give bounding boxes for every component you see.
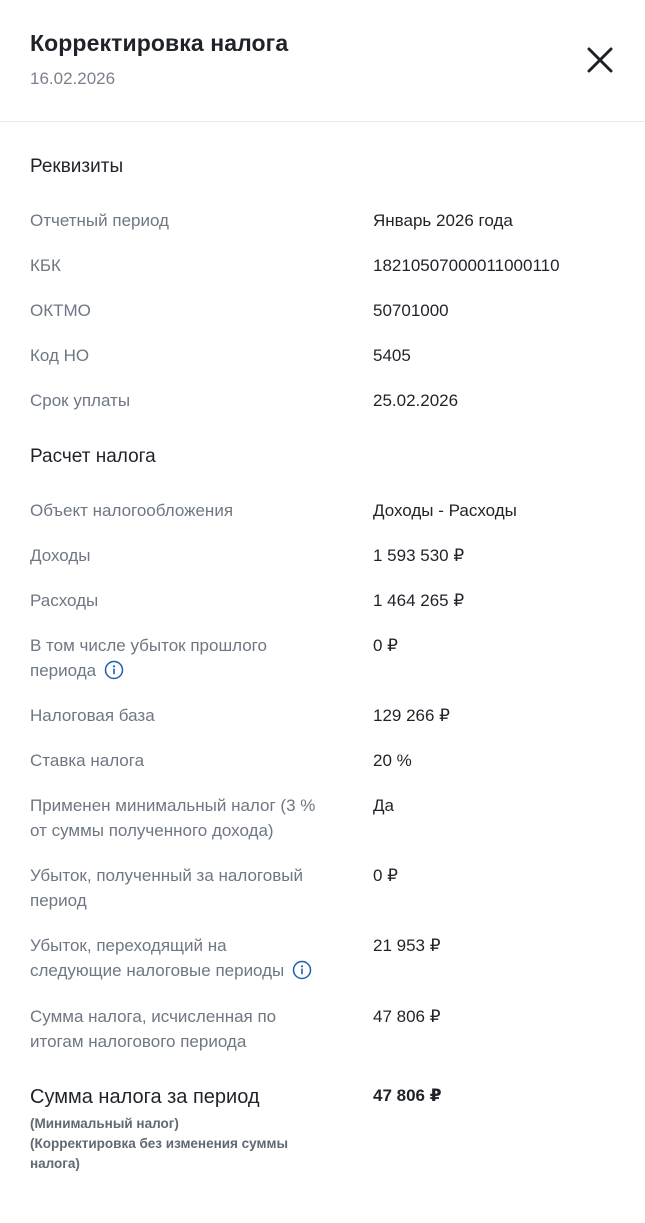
row-label-text: следующие налоговые периоды xyxy=(30,961,285,980)
total-note-minimum-tax: (Минимальный налог) xyxy=(30,1116,179,1131)
total-note-correction: (Корректировка без изменения суммы xyxy=(30,1136,289,1151)
row-label: Сумма налога, исчисленная по итогам нало… xyxy=(30,1004,345,1054)
row-value: 25.02.2026 xyxy=(373,391,459,410)
row-label-line: Сумма налога, исчисленная по xyxy=(30,1007,277,1026)
row-label-line: итогам налогового периода xyxy=(30,1032,247,1051)
row-value: 47 806 ₽ xyxy=(373,1007,441,1026)
calculation-section-title: Расчет налога xyxy=(30,446,156,467)
info-icon[interactable] xyxy=(292,960,312,980)
row-value: 129 266 ₽ xyxy=(373,706,450,725)
row-value: Доходы - Расходы xyxy=(373,501,517,520)
row-value: 0 ₽ xyxy=(373,866,398,885)
total-tax-label: Сумма налога за период xyxy=(30,1086,260,1108)
row-label: КБК xyxy=(30,256,61,275)
row-label: Ставка налога xyxy=(30,751,145,770)
requisites-section-title: Реквизиты xyxy=(30,156,124,177)
total-tax-value: 47 806 ₽ xyxy=(373,1086,442,1105)
close-icon xyxy=(587,47,613,73)
row-value: 0 ₽ xyxy=(373,636,398,655)
row-label: Убыток, полученный за налоговый период xyxy=(30,863,345,913)
row-value: 5405 xyxy=(373,346,411,365)
row-value: Январь 2026 года xyxy=(373,211,513,230)
row-value: 1 464 265 ₽ xyxy=(373,591,465,610)
row-label: Применен минимальный налог (3 % от суммы… xyxy=(30,793,345,843)
row-label-line: следующие налоговые периоды xyxy=(30,958,345,983)
row-label: Объект налогообложения xyxy=(30,501,234,520)
row-label: Отчетный период xyxy=(30,211,169,230)
info-icon[interactable] xyxy=(104,660,124,680)
row-label-text: периода xyxy=(30,661,97,680)
total-note-correction-cont: налога) xyxy=(30,1156,80,1171)
row-label: В том числе убыток прошлого периода xyxy=(30,633,345,683)
row-label: Расходы xyxy=(30,591,99,610)
row-label: Код НО xyxy=(30,346,90,365)
modal-title: Корректировка налога xyxy=(30,30,289,56)
row-label-line: Применен минимальный налог (3 % xyxy=(30,796,316,815)
modal-header: Корректировка налога 16.02.2026 xyxy=(0,0,645,122)
row-label: Доходы xyxy=(30,546,91,565)
row-label-line: период xyxy=(30,891,87,910)
row-value: 20 % xyxy=(373,751,412,770)
row-label: Налоговая база xyxy=(30,706,155,725)
row-label: Убыток, переходящий на следующие налогов… xyxy=(30,933,345,983)
row-label-line: Убыток, полученный за налоговый xyxy=(30,866,303,885)
row-label-line: В том числе убыток прошлого xyxy=(30,636,267,655)
row-label-line: периода xyxy=(30,658,345,683)
row-label-line: Убыток, переходящий на xyxy=(30,936,227,955)
close-button[interactable] xyxy=(580,40,620,80)
modal-date: 16.02.2026 xyxy=(30,69,116,88)
row-label: Срок уплаты xyxy=(30,391,131,410)
row-value: 21 953 ₽ xyxy=(373,936,441,955)
row-value: Да xyxy=(373,796,394,815)
row-value: 50701000 xyxy=(373,301,449,320)
row-value: 1 593 530 ₽ xyxy=(373,546,465,565)
row-label-line: от суммы полученного дохода) xyxy=(30,821,274,840)
row-label: ОКТМО xyxy=(30,301,91,320)
row-value: 18210507000011000110 xyxy=(373,256,560,275)
